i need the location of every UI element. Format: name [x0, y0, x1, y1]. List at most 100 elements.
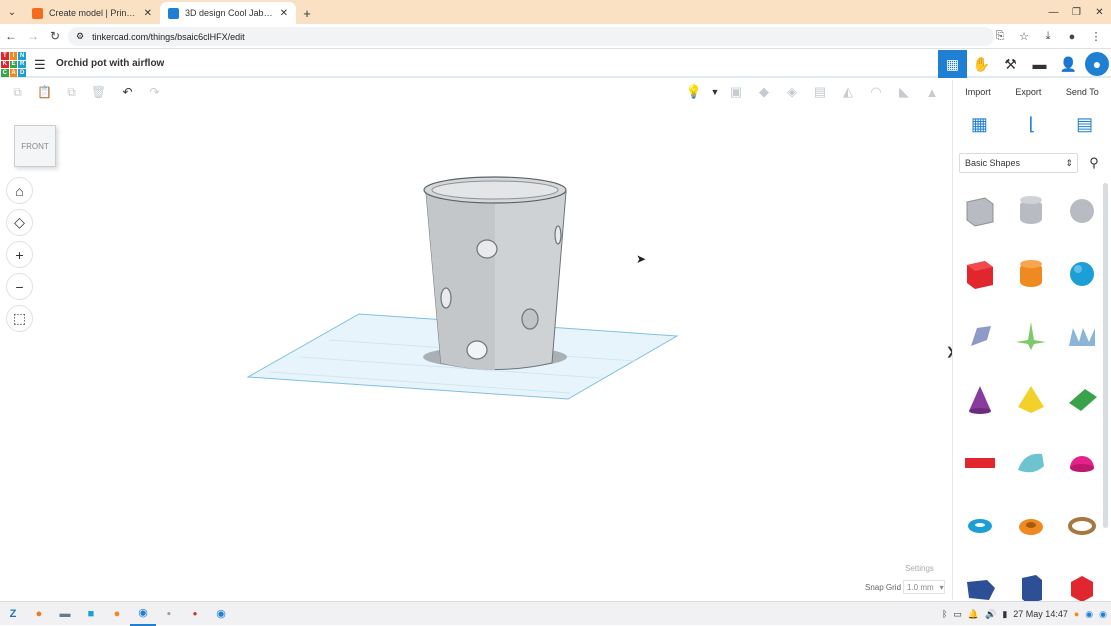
- shape-cone[interactable]: [957, 372, 1003, 427]
- delete-icon[interactable]: 🗑: [85, 81, 112, 103]
- firefox-icon[interactable]: ●: [26, 602, 52, 626]
- tray-app-icon[interactable]: ●: [1074, 609, 1079, 619]
- flip-icon[interactable]: ◣: [890, 81, 918, 103]
- app-orange-icon[interactable]: ●: [104, 602, 130, 626]
- bookmark-star-icon[interactable]: ☆: [1013, 26, 1035, 47]
- browser-menu-icon[interactable]: ⋮: [1085, 26, 1107, 47]
- home-view-icon[interactable]: ⌂: [6, 177, 33, 204]
- settings-link[interactable]: Settings: [905, 564, 934, 573]
- maximize-icon[interactable]: ❐: [1065, 0, 1088, 24]
- clock[interactable]: 27 May 14:47: [1013, 609, 1068, 619]
- store-icon[interactable]: ■: [78, 602, 104, 626]
- shape-scribble[interactable]: [957, 309, 1003, 364]
- workplane-tool-icon[interactable]: ▲: [918, 81, 946, 103]
- fit-view-icon[interactable]: ◇: [6, 209, 33, 236]
- add-user-icon[interactable]: 👤: [1054, 50, 1083, 78]
- export-button[interactable]: Export: [1009, 87, 1047, 97]
- cruise-icon[interactable]: ◠: [862, 81, 890, 103]
- search-icon[interactable]: ⚲: [1083, 153, 1105, 173]
- note-icon[interactable]: ▣: [722, 81, 750, 103]
- bluetooth-icon[interactable]: ᛒ: [942, 609, 947, 619]
- forward-icon[interactable]: →: [22, 25, 44, 47]
- chrome-icon[interactable]: ◉: [130, 602, 156, 626]
- shape-ring[interactable]: [1059, 498, 1105, 553]
- close-tab-icon[interactable]: ✕: [280, 8, 288, 19]
- profile-icon[interactable]: ●: [1061, 26, 1083, 47]
- mirror-icon[interactable]: ◭: [834, 81, 862, 103]
- browser-tab-tinkercad[interactable]: 3D design Cool Jaban - Tin ✕: [160, 2, 296, 24]
- app-gray-icon[interactable]: ▪: [156, 602, 182, 626]
- panel-scrollbar[interactable]: [1103, 183, 1108, 528]
- tray-app2-icon[interactable]: ◉: [1099, 609, 1107, 620]
- install-app-icon[interactable]: ⎘: [989, 26, 1011, 47]
- align-icon[interactable]: ▤: [806, 81, 834, 103]
- workplane-icon[interactable]: ▦: [964, 109, 994, 139]
- snap-grid-select[interactable]: 1.0 mm ▾: [903, 580, 945, 594]
- notification-icon[interactable]: 🔔: [968, 609, 979, 620]
- site-info-icon[interactable]: ⚙: [76, 31, 84, 42]
- notes-icon[interactable]: ▤: [1070, 109, 1100, 139]
- tinkercad-logo[interactable]: T I N K E R C A D: [1, 52, 26, 77]
- shape-cylinder[interactable]: [1008, 246, 1054, 301]
- new-tab-button[interactable]: +: [296, 2, 318, 24]
- 3d-scene[interactable]: [240, 164, 700, 404]
- 3d-design-view-icon[interactable]: ▦: [938, 50, 967, 78]
- zoom-in-icon[interactable]: +: [6, 241, 33, 268]
- close-tab-icon[interactable]: ✕: [144, 8, 152, 19]
- ungroup-icon[interactable]: ◈: [778, 81, 806, 103]
- shape-pyramid[interactable]: [1008, 372, 1054, 427]
- shape-tube[interactable]: [1008, 498, 1054, 553]
- back-icon[interactable]: ←: [0, 25, 22, 47]
- shape-round-roof[interactable]: [1008, 435, 1054, 490]
- design-menu-icon[interactable]: ☰: [34, 57, 46, 73]
- shape-category-select[interactable]: Basic Shapes ⇕: [959, 153, 1078, 173]
- url-input[interactable]: ⚙ tinkercad.com/things/bsaic6clHFX/edit: [68, 27, 994, 46]
- import-button[interactable]: Import: [959, 87, 997, 97]
- redo-icon[interactable]: ↷: [141, 81, 168, 103]
- reload-icon[interactable]: ↻: [44, 25, 66, 47]
- copy-icon[interactable]: ⧉: [4, 81, 31, 103]
- shape-sphere[interactable]: [1059, 246, 1105, 301]
- send-to-button[interactable]: Send To: [1060, 87, 1105, 97]
- paste-icon[interactable]: 📋: [31, 81, 58, 103]
- duplicate-icon[interactable]: ⧉: [58, 81, 85, 103]
- launcher-icon[interactable]: Z: [0, 602, 26, 626]
- shape-text[interactable]: [957, 435, 1003, 490]
- group-icon[interactable]: ◆: [750, 81, 778, 103]
- shape-half-sphere[interactable]: [1059, 435, 1105, 490]
- battery-icon[interactable]: ▮: [1002, 609, 1007, 620]
- perspective-icon[interactable]: ⬚: [6, 305, 33, 332]
- circuits-view-icon[interactable]: ✋: [967, 50, 996, 78]
- bricks-view-icon[interactable]: ▬: [1025, 50, 1054, 78]
- app-blue-icon[interactable]: ◉: [208, 602, 234, 626]
- workplane-viewport[interactable]: FRONT ⌂ ◇ + − ⬚ ➤ Settings Snap Grid 1.0…: [0, 104, 952, 600]
- tray-chrome-icon[interactable]: ◉: [1085, 609, 1093, 620]
- volume-icon[interactable]: 🔊: [985, 609, 996, 620]
- screen-icon[interactable]: ▭: [953, 609, 962, 620]
- browser-tab-printables[interactable]: Create model | Printables.c ✕: [24, 2, 160, 24]
- shape-graph[interactable]: [1008, 309, 1054, 364]
- ruler-icon[interactable]: ⌊: [1017, 109, 1047, 139]
- zoom-out-icon[interactable]: −: [6, 273, 33, 300]
- chevron-down-icon[interactable]: ▼: [708, 81, 722, 103]
- app-small-icon[interactable]: ●: [182, 602, 208, 626]
- shape-roof[interactable]: [1059, 372, 1105, 427]
- avatar[interactable]: ●: [1085, 52, 1109, 76]
- view-cube[interactable]: FRONT: [14, 125, 56, 167]
- shape-text-shape[interactable]: [1059, 309, 1105, 364]
- logo-letter: K: [1, 60, 9, 69]
- shape-torus[interactable]: [957, 498, 1003, 553]
- shape-cylinder-hole[interactable]: [1008, 183, 1054, 238]
- light-bulb-icon[interactable]: 💡: [680, 81, 708, 103]
- codeblocks-view-icon[interactable]: ⚒: [996, 50, 1025, 78]
- project-title[interactable]: Orchid pot with airflow: [56, 58, 164, 69]
- shape-sphere-hole[interactable]: [1059, 183, 1105, 238]
- files-icon[interactable]: ▬: [52, 602, 78, 626]
- tab-search-icon[interactable]: ⌄: [0, 0, 24, 24]
- close-window-icon[interactable]: ✕: [1088, 0, 1111, 24]
- download-icon[interactable]: ⤓: [1037, 26, 1059, 47]
- shape-box[interactable]: [957, 246, 1003, 301]
- minimize-icon[interactable]: —: [1042, 0, 1065, 24]
- undo-icon[interactable]: ↶: [114, 81, 141, 103]
- shape-box-hole[interactable]: [957, 183, 1003, 238]
